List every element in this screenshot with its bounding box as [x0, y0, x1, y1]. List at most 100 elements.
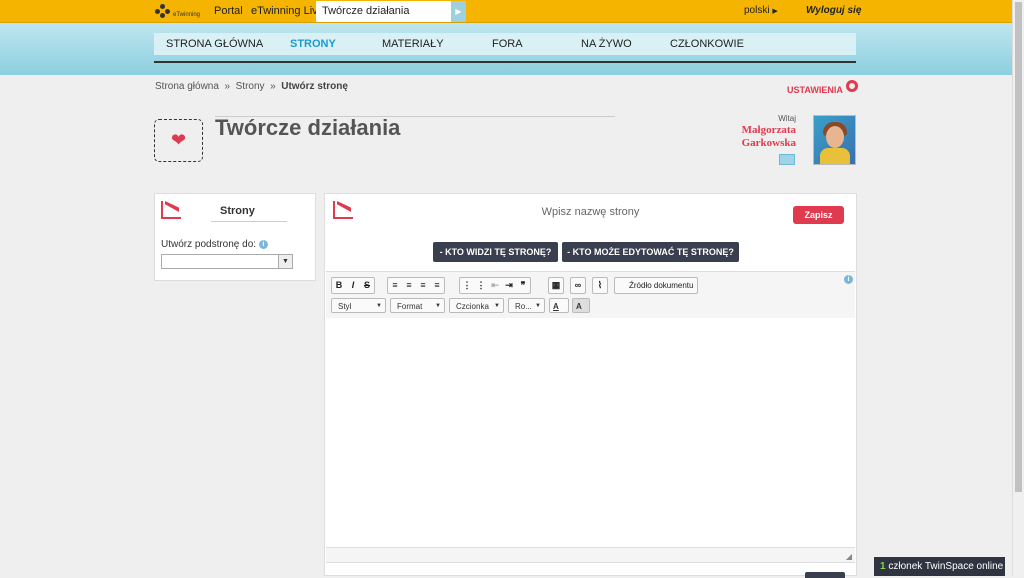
attach-group: ⌇ [592, 277, 608, 294]
info-icon[interactable]: i [844, 275, 853, 284]
who-edits-button[interactable]: - KTO MOŻE EDYTOWAĆ TĘ STRONĘ? [562, 242, 739, 262]
align-right-icon[interactable]: ≡ [416, 278, 430, 293]
scrollbar-thumb[interactable] [1015, 2, 1022, 492]
top-bar: eTwinning Portal eTwinning Live Twórcze … [0, 0, 1012, 23]
source-button[interactable]: Źródło dokumentu [614, 277, 699, 294]
format-combo[interactable]: Format ▼ [390, 298, 445, 313]
breadcrumb-current: Utwórz stronę [281, 81, 348, 92]
align-left-icon[interactable]: ≡ [388, 278, 402, 293]
chevron-down-icon: ▼ [535, 303, 541, 309]
chevron-down-icon: ▼ [376, 303, 382, 309]
breadcrumb-home[interactable]: Strona główna [155, 81, 219, 92]
editor-content-area[interactable] [326, 318, 855, 547]
align-center-icon[interactable]: ≡ [402, 278, 416, 293]
heart-icon: ❤ [170, 130, 187, 150]
resize-handle-icon[interactable]: ◢ [846, 552, 852, 561]
twinspace-emblem: ❤ [154, 119, 203, 162]
welcome-text: Witaj [778, 114, 796, 123]
subpage-label-text: Utwórz podstronę do: [161, 239, 257, 250]
nav-materials[interactable]: MATERIAŁY [382, 33, 444, 55]
editor-toolbar: B I S ≡ ≡ ≡ ≡ ⋮ ⋮ ⇤ ⇥ ❞ ▦ ∞ ⌇ Źródło dok… [326, 271, 855, 319]
save-button[interactable]: Zapisz [793, 206, 844, 224]
style-combo[interactable]: Styl ▼ [331, 298, 386, 313]
online-members-badge[interactable]: 1 członek TwinSpace online [874, 557, 1005, 576]
main-nav: STRONA GŁÓWNA STRONY MATERIAŁY FORA NA Ż… [154, 33, 856, 55]
who-sees-button[interactable]: - KTO WIDZI TĘ STRONĘ? [433, 242, 558, 262]
online-count: 1 [880, 561, 886, 572]
parent-page-select[interactable]: ▼ [161, 254, 293, 269]
etwinning-logo-icon [155, 4, 171, 18]
outdent-icon[interactable]: ⇤ [488, 278, 502, 293]
table-group: ▦ [548, 277, 564, 294]
page-title: Twórcze działania [215, 115, 401, 140]
logout-link[interactable]: Wyloguj się [806, 0, 861, 22]
nav-pages[interactable]: STRONY [290, 33, 336, 55]
caret-right-icon: ▶ [772, 8, 778, 15]
avatar[interactable] [813, 115, 856, 165]
nav-members[interactable]: CZŁONKOWIE [670, 33, 744, 55]
chevron-down-icon[interactable]: ▼ [278, 255, 292, 268]
text-color-button[interactable]: A [549, 298, 569, 313]
breadcrumb-separator: » [224, 81, 231, 92]
flag-icon [161, 201, 181, 219]
chevron-down-icon: ▼ [494, 303, 500, 309]
mail-icon[interactable] [779, 154, 795, 165]
user-first-name: Małgorzata [741, 124, 796, 136]
font-combo[interactable]: Czcionka ▼ [449, 298, 504, 313]
strike-button[interactable]: S [360, 278, 374, 293]
format-combo-label: Format [397, 302, 423, 311]
editor-status-bar: ◢ [326, 547, 855, 562]
twinspace-tab-active[interactable]: Twórcze działania [316, 1, 451, 22]
link-icon[interactable]: ∞ [571, 278, 585, 293]
bold-button[interactable]: B [332, 278, 346, 293]
chevron-down-icon: ▼ [435, 303, 441, 309]
language-selector[interactable]: polski ▶ [744, 0, 778, 23]
pages-panel-title: Strony [220, 205, 255, 217]
panel-bottom-divider [326, 562, 855, 563]
portal-link[interactable]: Portal [214, 0, 243, 22]
settings-label: USTAWIENIA [787, 85, 843, 95]
font-combo-label: Czcionka [456, 302, 489, 311]
etwinning-live-link[interactable]: eTwinning Live [251, 0, 324, 22]
indent-icon[interactable]: ⇥ [502, 278, 516, 293]
tab-arrow-icon[interactable]: ▶ [451, 1, 466, 22]
breadcrumb-pages[interactable]: Strony [236, 81, 265, 92]
bullet-list-icon[interactable]: ⋮ [474, 278, 488, 293]
user-last-name: Garkowska [741, 137, 796, 149]
numbered-list-icon[interactable]: ⋮ [460, 278, 474, 293]
page-scrollbar[interactable] [1012, 0, 1024, 576]
gear-icon [845, 80, 858, 92]
user-name[interactable]: Małgorzata Garkowska [700, 124, 796, 150]
settings-link[interactable]: USTAWIENIA [787, 80, 858, 96]
size-combo[interactable]: Ro... ▼ [508, 298, 545, 313]
subpage-label: Utwórz podstronę do: i [161, 239, 268, 250]
link-group: ∞ [570, 277, 586, 294]
blockquote-icon[interactable]: ❞ [516, 278, 530, 293]
page-name-input[interactable]: Wpisz nazwę strony [325, 206, 856, 218]
align-group: ≡ ≡ ≡ ≡ [387, 277, 445, 294]
italic-button[interactable]: I [346, 278, 360, 293]
paperclip-icon[interactable]: ⌇ [593, 278, 607, 293]
panel-title-divider [211, 221, 287, 222]
align-justify-icon[interactable]: ≡ [430, 278, 444, 293]
logo-text: eTwinning [173, 12, 201, 18]
nav-live[interactable]: NA ŻYWO [581, 33, 632, 55]
online-label: członek TwinSpace online [888, 561, 1004, 572]
style-combo-label: Styl [338, 302, 352, 311]
bg-color-button[interactable]: A [572, 298, 590, 313]
nav-forums[interactable]: FORA [492, 33, 523, 55]
text-style-group: B I S [331, 277, 375, 294]
table-icon[interactable]: ▦ [549, 278, 563, 293]
nav-divider [154, 61, 856, 63]
size-combo-label: Ro... [515, 302, 532, 311]
list-group: ⋮ ⋮ ⇤ ⇥ ❞ [459, 277, 531, 294]
info-icon[interactable]: i [258, 239, 268, 249]
etwinning-logo[interactable]: eTwinning [155, 2, 200, 20]
breadcrumb-separator: » [270, 81, 276, 92]
pages-panel: Strony Utwórz podstronę do: i ▼ [154, 193, 316, 281]
bottom-button[interactable] [805, 572, 845, 578]
editor-panel: Wpisz nazwę strony Zapisz - KTO WIDZI TĘ… [324, 193, 857, 578]
nav-home[interactable]: STRONA GŁÓWNA [166, 33, 263, 55]
language-label: polski [744, 5, 770, 16]
breadcrumb: Strona główna » Strony » Utwórz stronę [155, 81, 348, 92]
